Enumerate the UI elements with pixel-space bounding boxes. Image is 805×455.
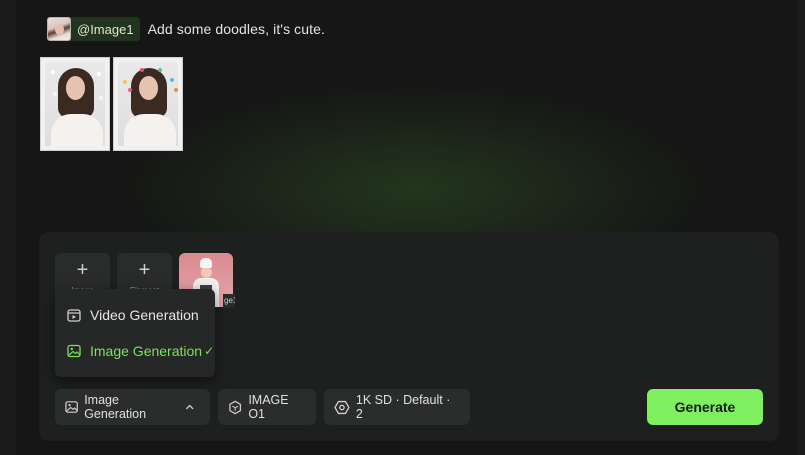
image-reference-chip[interactable]: @Image1 xyxy=(47,17,140,41)
image-icon xyxy=(67,344,81,358)
plus-icon: + xyxy=(138,259,151,281)
video-icon xyxy=(67,309,81,322)
image-icon xyxy=(65,401,78,413)
reference-image-tag: ge1 xyxy=(223,294,235,308)
output-settings-selector[interactable]: 1K SD · Default · 2 xyxy=(324,389,470,425)
left-edge xyxy=(0,0,16,455)
generation-mode-dropdown[interactable]: Image Generation xyxy=(55,389,210,425)
generation-mode-menu: Video Generation Image Generation ✓ xyxy=(55,289,215,377)
settings-label: 1K SD · Default · 2 xyxy=(355,393,451,421)
menu-item-label: Video Generation xyxy=(90,307,199,323)
prompt-text: Add some doodles, it's cute. xyxy=(147,21,326,37)
plus-icon: + xyxy=(76,259,89,281)
generate-button[interactable]: Generate xyxy=(647,389,763,425)
menu-item-video-generation[interactable]: Video Generation xyxy=(67,304,199,326)
model-selector[interactable]: IMAGE O1 xyxy=(218,389,316,425)
settings-hex-icon xyxy=(334,400,350,414)
model-label: IMAGE O1 xyxy=(248,393,289,421)
chevron-up-icon xyxy=(185,404,194,410)
result-image-1[interactable] xyxy=(40,57,110,151)
menu-item-image-generation[interactable]: Image Generation ✓ xyxy=(67,340,214,362)
right-edge xyxy=(797,0,805,455)
mode-label: Image Generation xyxy=(84,393,147,421)
hexagon-icon xyxy=(229,400,242,414)
check-icon: ✓ xyxy=(204,344,215,358)
chip-label: @Image1 xyxy=(77,21,134,37)
result-image-2[interactable] xyxy=(113,57,183,151)
menu-item-label: Image Generation xyxy=(90,343,203,359)
prompt-composer: + Image + Element ge1 Video Generation I… xyxy=(39,232,779,441)
prompt-message: @Image1 Add some doodles, it's cute. xyxy=(47,17,325,41)
chip-thumbnail xyxy=(47,17,71,41)
